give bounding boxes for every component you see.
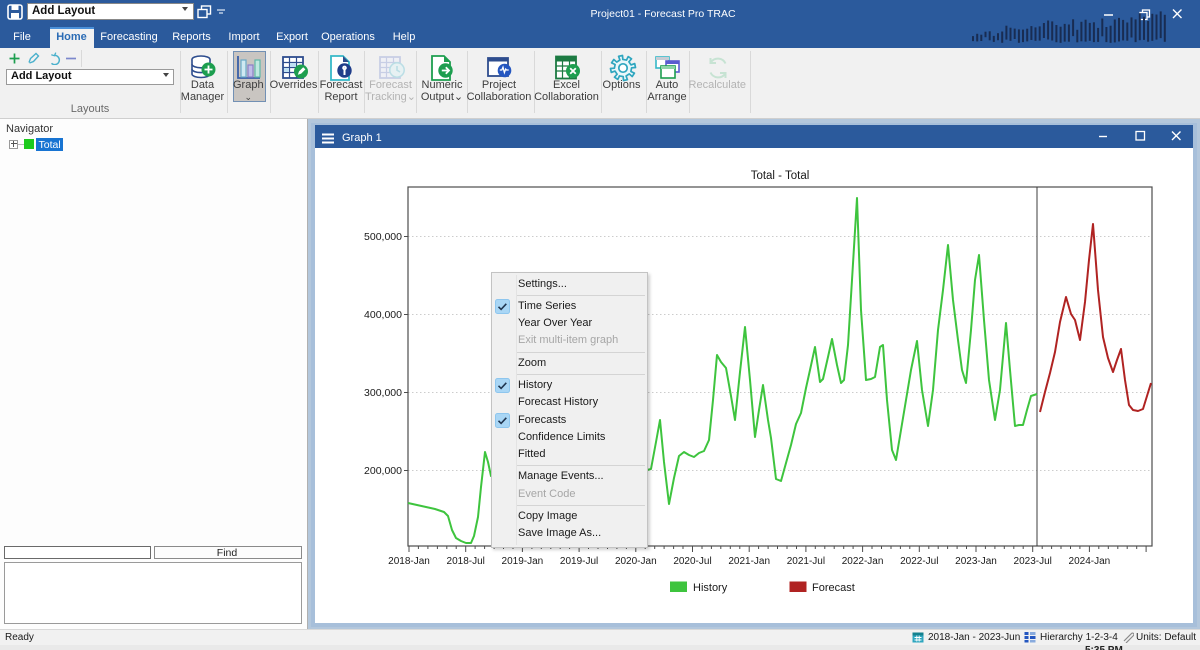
svg-text:300,000: 300,000 [364,387,402,399]
svg-text:400,000: 400,000 [364,309,402,321]
svg-text:2021-Jul: 2021-Jul [787,556,825,567]
svg-text:2022-Jul: 2022-Jul [900,556,938,567]
svg-text:2020-Jan: 2020-Jan [615,556,657,567]
svg-text:2018-Jan: 2018-Jan [388,556,430,567]
svg-text:Total - Total: Total - Total [751,170,810,182]
svg-text:2023-Jul: 2023-Jul [1014,556,1052,567]
svg-text:2024-Jan: 2024-Jan [1069,556,1111,567]
svg-text:2019-Jul: 2019-Jul [560,556,598,567]
svg-text:500,000: 500,000 [364,231,402,243]
svg-text:Forecast: Forecast [812,582,855,594]
svg-text:2021-Jan: 2021-Jan [728,556,770,567]
svg-text:History: History [693,582,728,594]
svg-text:2018-Jul: 2018-Jul [447,556,485,567]
svg-text:2020-Jul: 2020-Jul [673,556,711,567]
svg-text:2019-Jan: 2019-Jan [502,556,544,567]
svg-text:200,000: 200,000 [364,465,402,477]
svg-text:2023-Jan: 2023-Jan [955,556,997,567]
svg-text:2022-Jan: 2022-Jan [842,556,884,567]
